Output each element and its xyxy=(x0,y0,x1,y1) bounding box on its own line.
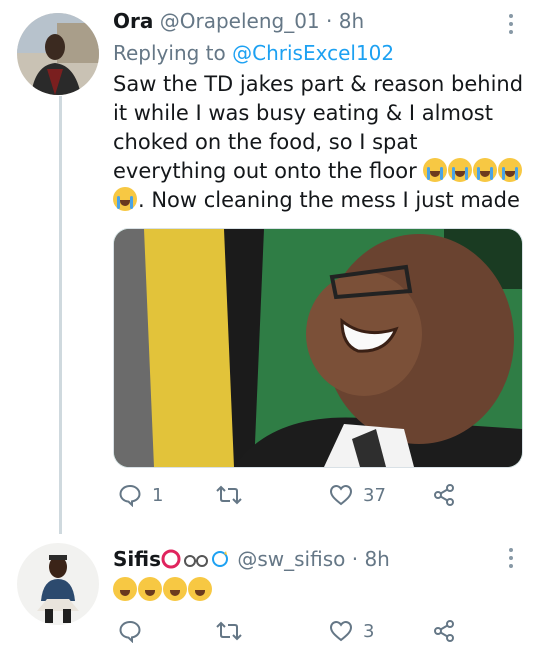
avatar[interactable] xyxy=(17,543,99,625)
timestamp[interactable]: 8h xyxy=(339,9,364,33)
replying-to-handle[interactable]: @ChrisExcel102 xyxy=(232,41,394,65)
heart-icon xyxy=(329,484,353,506)
loudly-crying-face-icon xyxy=(498,158,523,182)
like-count: 3 xyxy=(363,620,375,642)
loudly-crying-face-icon xyxy=(423,158,448,182)
more-options-icon[interactable] xyxy=(509,14,514,34)
retweet-icon xyxy=(216,621,242,641)
face-with-tears-of-joy-icon xyxy=(138,577,162,601)
red-circle-icon xyxy=(161,549,181,569)
user-handle[interactable]: @Orapeleng_01 xyxy=(160,9,320,33)
share-action[interactable] xyxy=(432,619,456,643)
reply-count: 1 xyxy=(152,484,164,506)
like-count: 37 xyxy=(363,484,386,506)
retweet-action[interactable] xyxy=(216,619,242,643)
dizzy-symbol-icon xyxy=(212,551,228,567)
reply-icon xyxy=(119,484,141,507)
tweet-text xyxy=(113,576,533,605)
like-action[interactable]: 3 xyxy=(329,619,374,643)
tweet-text-part2: . Now cleaning the mess I just made xyxy=(138,188,520,212)
separator-dot: · xyxy=(351,547,359,571)
loudly-crying-face-icon xyxy=(448,158,473,182)
tweet-header: Sifis @sw_sifiso · 8h xyxy=(113,547,390,571)
avatar[interactable] xyxy=(17,13,99,95)
like-action[interactable]: 37 xyxy=(329,483,386,507)
timestamp[interactable]: 8h xyxy=(364,547,389,571)
tweet-header: Ora @Orapeleng_01 · 8h xyxy=(113,9,364,33)
replying-to: Replying to @ChrisExcel102 xyxy=(113,41,394,65)
heart-icon xyxy=(329,620,353,642)
tweet-text: Saw the TD jakes part & reason behind it… xyxy=(113,70,533,215)
separator-dot: · xyxy=(326,9,333,33)
replying-to-label: Replying to xyxy=(113,41,226,65)
loudly-crying-face-icon xyxy=(473,158,498,182)
retweet-action[interactable] xyxy=(216,483,242,507)
face-with-tears-of-joy-icon xyxy=(188,577,212,601)
user-handle[interactable]: @sw_sifiso xyxy=(237,547,345,571)
tweet-photo[interactable] xyxy=(113,228,523,468)
reply-action[interactable] xyxy=(118,619,142,643)
face-with-tears-of-joy-icon xyxy=(113,577,137,601)
thread-connector-line xyxy=(59,96,62,534)
name-emoji-group xyxy=(161,547,231,571)
retweet-icon xyxy=(216,485,242,505)
more-options-icon[interactable] xyxy=(509,548,514,568)
face-with-tears-of-joy-icon xyxy=(163,577,187,601)
reply-action[interactable]: 1 xyxy=(118,483,163,507)
reply-icon xyxy=(119,620,141,643)
loudly-crying-face-icon xyxy=(113,187,137,211)
display-name[interactable]: Sifis xyxy=(113,547,161,571)
display-name[interactable]: Ora xyxy=(113,9,153,33)
glasses-icon xyxy=(184,555,208,567)
share-action[interactable] xyxy=(432,483,456,507)
share-icon xyxy=(434,484,454,506)
share-icon xyxy=(434,620,454,642)
